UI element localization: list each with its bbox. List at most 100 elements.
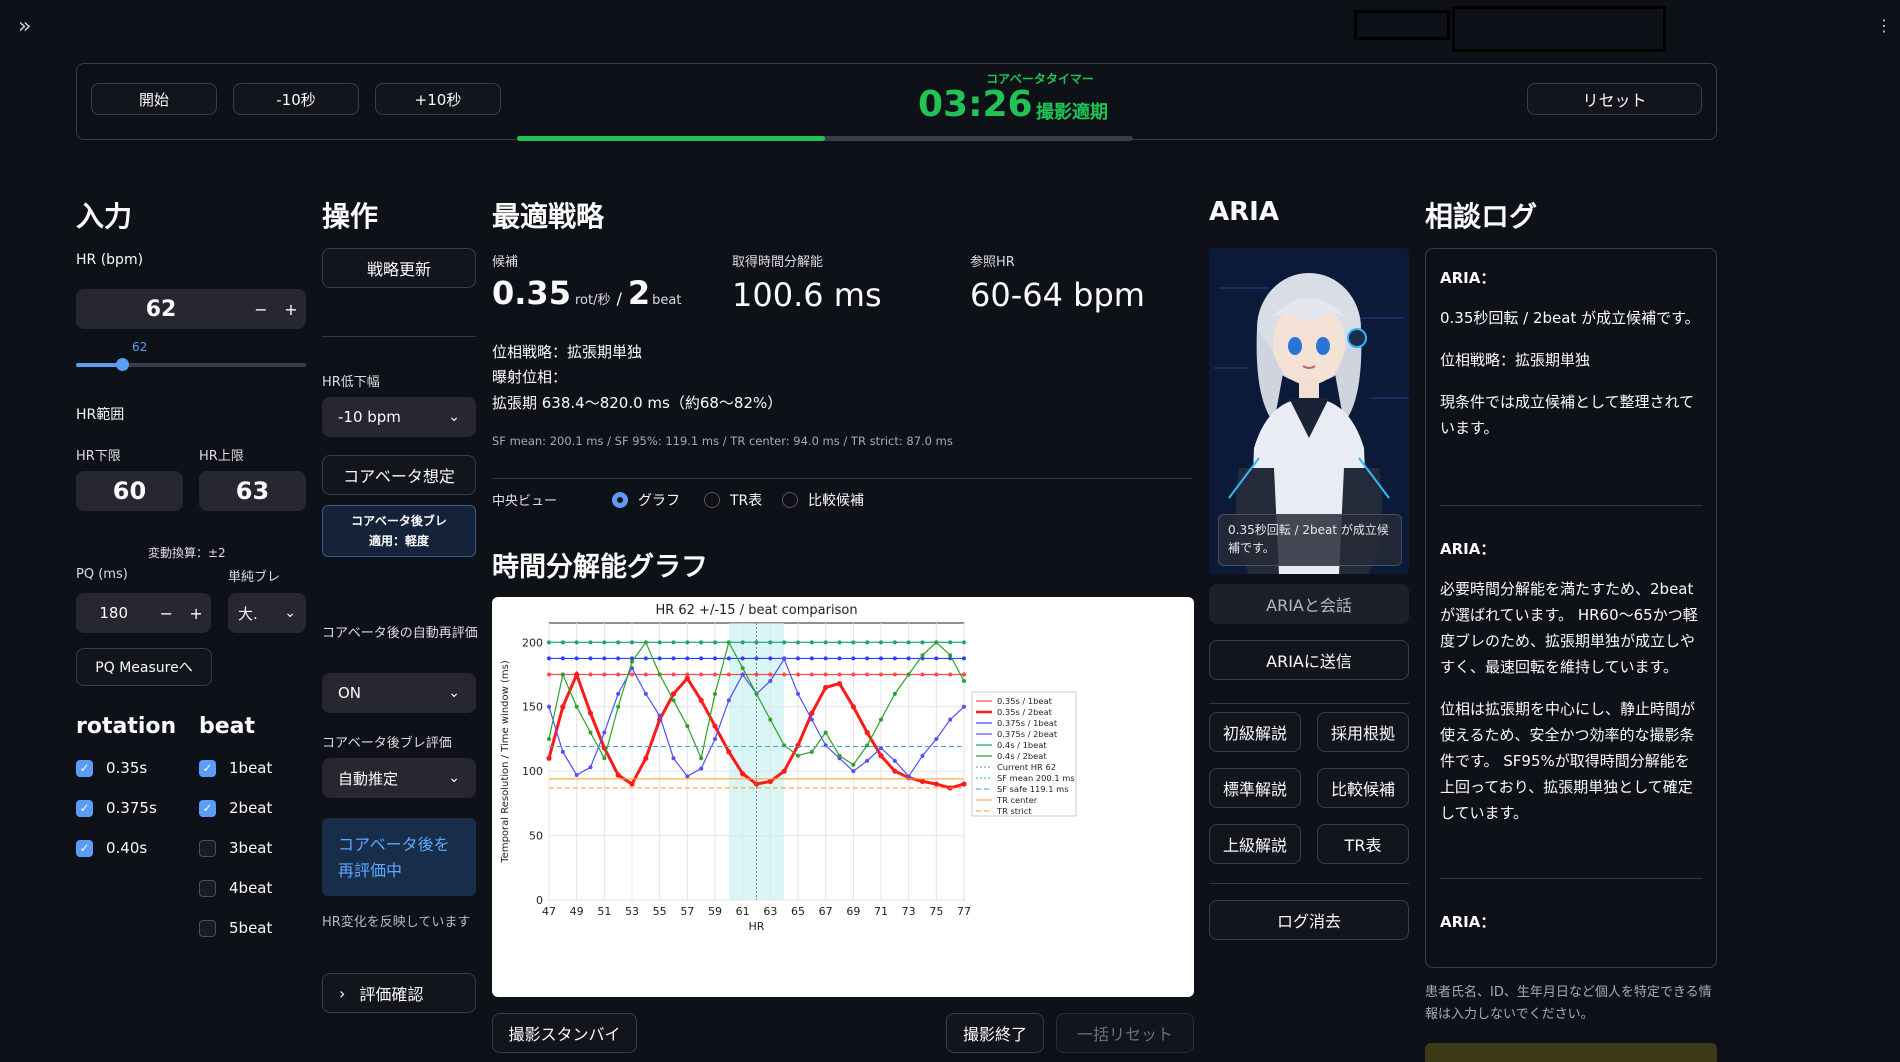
chevron-down-icon: ⌄ (448, 685, 460, 701)
data-point (892, 656, 897, 661)
timer-minus10-button[interactable]: -10秒 (233, 83, 359, 115)
redacted-box (1354, 10, 1450, 40)
aria-explain-button[interactable]: 採用根拠 (1317, 712, 1409, 752)
log-panel[interactable]: ARIA： 0.35秒回転 / 2beat が成立候補です。 位相戦略：拡張期単独現… (1425, 248, 1717, 968)
hr-input[interactable]: 62 − + (76, 289, 306, 329)
beat-checkbox[interactable]: 4beat (199, 879, 272, 897)
radio-icon (612, 492, 628, 508)
time-res-value: 100.6 ms (732, 276, 882, 314)
batch-reset-button[interactable]: 一括リセット (1056, 1013, 1194, 1053)
x-tick-label: 65 (791, 905, 805, 918)
data-point (809, 656, 814, 661)
standby-button[interactable]: 撮影スタンバイ (492, 1013, 637, 1053)
hr-lower-input[interactable]: 60 (76, 471, 183, 511)
blur-select[interactable]: 大. ⌄ (228, 593, 306, 633)
data-point (685, 724, 690, 729)
data-point (588, 656, 593, 661)
rotation-checkbox[interactable]: ✓ 0.40s (76, 839, 147, 857)
pq-minus-button[interactable]: − (151, 604, 181, 623)
timer-plus10-button[interactable]: +10秒 (375, 83, 501, 115)
sf-summary: SF mean: 200.1 ms / SF 95%: 119.1 ms / T… (492, 434, 953, 448)
rotation-checkbox[interactable]: ✓ 0.375s (76, 799, 157, 817)
shoot-end-button[interactable]: 撮影終了 (946, 1013, 1044, 1053)
phase-strategy: 位相戦略：拡張期単独 (492, 343, 643, 361)
data-point (740, 656, 745, 661)
data-point (892, 768, 898, 774)
aria-bubble: 0.35秒回転 / 2beat が成立候補です。 (1218, 514, 1402, 566)
y-tick-label: 200 (522, 636, 543, 649)
rotation-checkbox[interactable]: ✓ 0.35s (76, 759, 147, 777)
aria-explain-button[interactable]: TR表 (1317, 824, 1409, 864)
pq-plus-button[interactable]: + (181, 604, 211, 623)
beat-checkbox[interactable]: 5beat (199, 919, 272, 937)
timer-reset-button[interactable]: リセット (1527, 83, 1702, 115)
x-tick-label: 53 (625, 905, 639, 918)
y-tick-label: 50 (529, 830, 543, 843)
view-radio[interactable]: TR表 (704, 490, 762, 510)
beat-checkbox[interactable]: ✓ 2beat (199, 799, 272, 817)
x-tick-label: 71 (874, 905, 888, 918)
data-point (616, 656, 621, 661)
view-radio-label: 比較候補 (808, 493, 864, 509)
hr-drop-value: -10 bpm (338, 408, 401, 426)
data-point (547, 704, 551, 709)
aria-talk-button[interactable]: ARIAと会話 (1209, 584, 1409, 624)
beat-checkbox[interactable]: ✓ 1beat (199, 759, 272, 777)
data-point (823, 730, 828, 735)
data-point (837, 672, 842, 677)
pq-input[interactable]: 180 − + (76, 593, 211, 633)
data-point (782, 672, 787, 677)
beta-assume-button[interactable]: コアベータ想定 (322, 455, 476, 495)
graph-title: 時間分解能グラフ (492, 552, 708, 583)
bottom-submit-bar[interactable] (1425, 1043, 1717, 1062)
data-point (547, 656, 551, 661)
exposure-phase: 曝射位相： (492, 368, 568, 386)
beat-label: 1beat (229, 759, 273, 777)
auto-reeval-select[interactable]: ON ⌄ (322, 673, 476, 713)
vertical-dots-icon[interactable]: ⋮ (1876, 16, 1892, 35)
data-point (574, 773, 579, 778)
pq-measure-button[interactable]: PQ Measureへ (76, 648, 212, 686)
aria-explain-button[interactable]: 初級解説 (1209, 712, 1301, 752)
data-point (602, 656, 607, 661)
hr-plus-button[interactable]: + (276, 300, 306, 319)
timer-start-button[interactable]: 開始 (91, 83, 217, 115)
data-point (962, 678, 966, 683)
aria-explain-button[interactable]: 上級解説 (1209, 824, 1301, 864)
blur-eval-select[interactable]: 自動推定 ⌄ (322, 758, 476, 798)
ops-title: 操作 (322, 200, 379, 233)
data-point (961, 781, 967, 787)
strategy-update-button[interactable]: 戦略更新 (322, 248, 476, 288)
data-point (823, 684, 829, 691)
confirm-button[interactable]: › 評価確認 (322, 973, 476, 1013)
hr-minus-button[interactable]: − (246, 300, 276, 319)
hr-slider-handle[interactable] (116, 358, 129, 371)
hr-drop-select[interactable]: -10 bpm ⌄ (322, 397, 476, 437)
diastole-range: 拡張期 638.4〜820.0 ms（約68〜82%） (492, 394, 783, 412)
data-point (560, 749, 565, 754)
x-tick-label: 57 (680, 905, 694, 918)
data-point (892, 758, 897, 763)
data-point (809, 749, 814, 754)
hr-upper-input[interactable]: 63 (199, 471, 306, 511)
hr-drop-label: HR低下幅 (322, 375, 380, 390)
sidebar-expand-icon[interactable]: » (18, 14, 31, 39)
beat-title: beat (199, 714, 256, 739)
view-radio[interactable]: グラフ (612, 490, 680, 510)
time-res-label: 取得時間分解能 (732, 255, 824, 270)
log-clear-button[interactable]: ログ消去 (1209, 900, 1409, 940)
beat-checkbox[interactable]: 3beat (199, 839, 272, 857)
hr-slider-track[interactable] (76, 358, 306, 371)
data-point (837, 753, 842, 758)
aria-send-button[interactable]: ARIAに送信 (1209, 640, 1409, 680)
aria-explain-button[interactable]: 比較候補 (1317, 768, 1409, 808)
legend-label: 0.35s / 1beat (997, 696, 1053, 706)
data-point (948, 672, 953, 677)
data-point (768, 717, 773, 722)
aria-explain-button[interactable]: 標準解説 (1209, 768, 1301, 808)
x-tick-label: 67 (819, 905, 833, 918)
data-point (920, 753, 925, 758)
hr-value: 62 (145, 296, 177, 322)
redacted-box (1452, 6, 1666, 52)
view-radio[interactable]: 比較候補 (782, 490, 864, 510)
